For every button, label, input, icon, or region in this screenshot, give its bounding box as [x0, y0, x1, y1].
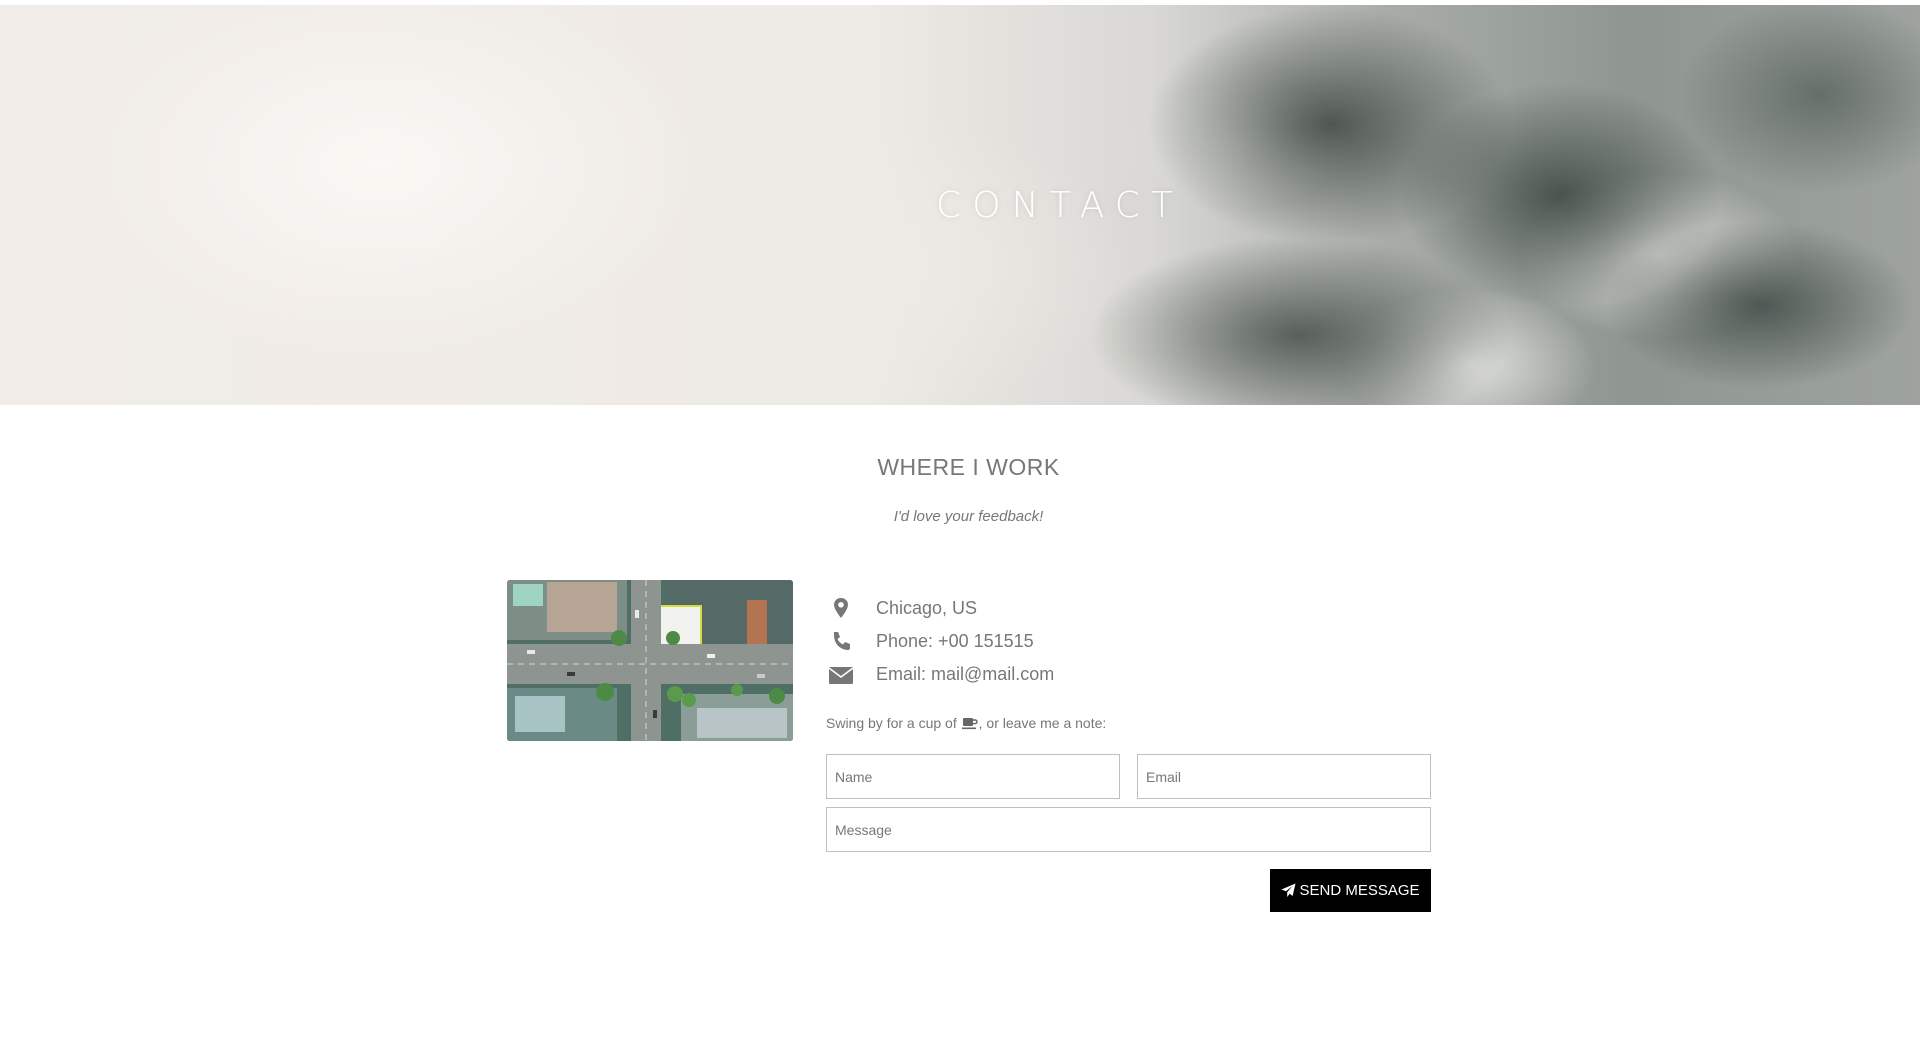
coffee-icon — [961, 717, 978, 733]
section-subtitle: I'd love your feedback! — [893, 508, 1044, 525]
send-message-label: SEND MESSAGE — [1299, 882, 1420, 899]
contact-location: Chicago, US — [826, 596, 1226, 624]
message-input[interactable] — [826, 807, 1431, 852]
contact-note: Swing by for a cup of , or leave me a no… — [826, 715, 1106, 733]
send-message-button[interactable]: SEND MESSAGE — [1270, 869, 1431, 912]
hero-title: CONTACT — [936, 185, 1184, 226]
map-marker-icon — [826, 596, 856, 622]
email-text: Email: mail@mail.com — [876, 664, 1055, 684]
envelope-icon — [826, 662, 856, 688]
phone-icon — [826, 629, 856, 655]
contact-email: Email: mail@mail.com — [826, 662, 1226, 690]
email-input[interactable] — [1137, 754, 1431, 799]
location-text: Chicago, US — [876, 598, 978, 618]
location-map-image — [507, 580, 793, 741]
phone-text: Phone: +00 151515 — [876, 631, 1034, 651]
note-text-after: , or leave me a note: — [978, 715, 1107, 731]
paper-plane-icon — [1281, 883, 1296, 898]
section-title: WHERE I WORK — [877, 454, 1060, 480]
name-input[interactable] — [826, 754, 1120, 799]
contact-page: CONTACT WHERE I WORK I'd love your feedb… — [0, 0, 1920, 1054]
contact-phone: Phone: +00 151515 — [826, 629, 1226, 657]
note-text-before: Swing by for a cup of — [826, 715, 961, 731]
hero-banner: CONTACT — [0, 5, 1920, 405]
